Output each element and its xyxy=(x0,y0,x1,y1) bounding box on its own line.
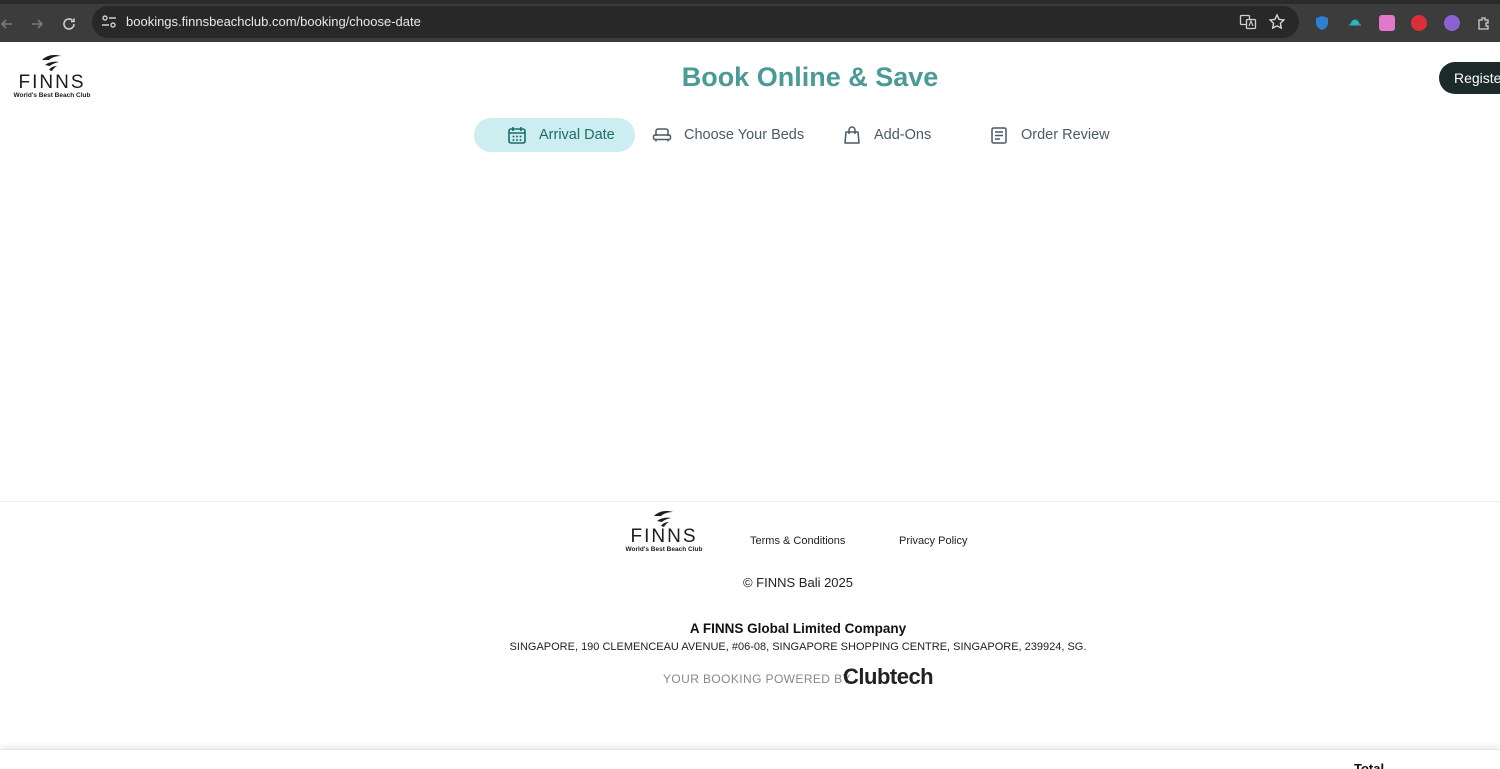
order-summary-bar xyxy=(0,749,1500,769)
forward-icon[interactable] xyxy=(26,13,48,35)
company-address: SINGAPORE, 190 CLEMENCEAU AVENUE, #06-08… xyxy=(509,641,1087,653)
powered-by-text: YOUR BOOKING POWERED BY xyxy=(663,672,851,686)
bag-icon xyxy=(844,126,860,144)
site-info-icon[interactable] xyxy=(100,13,118,31)
clubtech-logo[interactable]: Clubtech xyxy=(843,664,934,690)
step-label: Arrival Date xyxy=(539,127,615,143)
step-add-ons[interactable]: Add-Ons xyxy=(842,118,931,152)
logo-tagline: World's Best Beach Club xyxy=(13,92,91,99)
finns-fin-icon xyxy=(654,511,673,527)
star-icon[interactable] xyxy=(1268,13,1286,31)
address-bar[interactable]: bookings.finnsbeachclub.com/booking/choo… xyxy=(92,6,1299,38)
step-label: Add-Ons xyxy=(874,127,932,143)
shield-extension-icon[interactable] xyxy=(1314,15,1330,31)
footer-logo-tagline: World's Best Beach Club xyxy=(625,546,703,553)
footer-logo[interactable]: FINNS World's Best Beach Club xyxy=(622,510,706,558)
company-name: A FINNS Global Limited Company xyxy=(689,621,907,636)
calendar-icon xyxy=(508,127,526,144)
step-label: Choose Your Beds xyxy=(684,127,805,143)
reload-icon[interactable] xyxy=(58,13,80,35)
register-button[interactable]: Registe xyxy=(1439,62,1500,94)
privacy-link[interactable]: Privacy Policy xyxy=(899,535,967,547)
terms-link[interactable]: Terms & Conditions xyxy=(750,535,845,547)
pink-extension-icon[interactable] xyxy=(1379,15,1395,31)
hat-extension-icon[interactable] xyxy=(1347,15,1363,31)
footer-logo-wordmark: FINNS xyxy=(630,526,698,547)
purple-extension-icon[interactable] xyxy=(1444,15,1460,31)
receipt-icon xyxy=(991,127,1007,144)
page-title: Book Online & Save xyxy=(681,62,939,92)
step-label: Order Review xyxy=(1021,127,1110,143)
extension-icon[interactable] xyxy=(1476,15,1492,31)
sunbed-icon xyxy=(652,128,672,142)
browser-toolbar: bookings.finnsbeachclub.com/booking/choo… xyxy=(0,0,1500,42)
translate-icon[interactable] xyxy=(1239,13,1257,31)
step-choose-your-beds[interactable]: Choose Your Beds xyxy=(652,118,804,152)
footer-divider xyxy=(0,501,1500,502)
url-text[interactable]: bookings.finnsbeachclub.com/booking/choo… xyxy=(126,14,421,29)
copyright-text: © FINNS Bali 2025 xyxy=(742,575,853,590)
step-arrival-date[interactable]: Arrival Date xyxy=(474,118,635,152)
back-icon[interactable] xyxy=(0,13,18,35)
red-extension-icon[interactable] xyxy=(1411,15,1427,31)
total-label: Total xyxy=(1354,761,1385,769)
step-order-review[interactable]: Order Review xyxy=(989,118,1110,152)
